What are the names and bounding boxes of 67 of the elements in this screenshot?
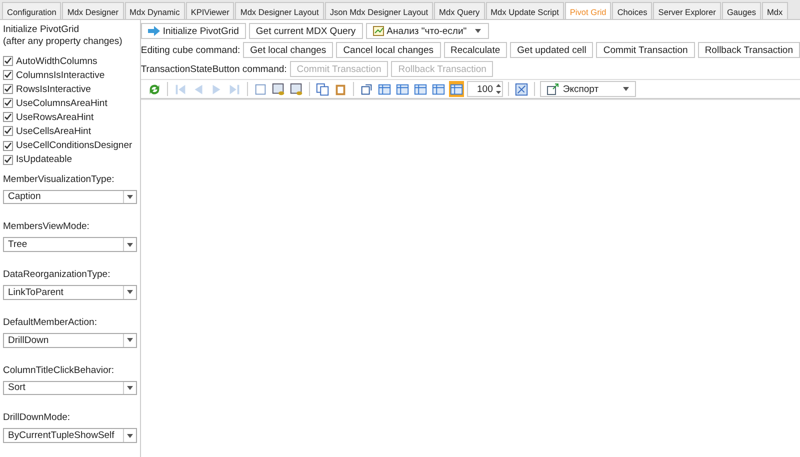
copy-icon[interactable] bbox=[314, 81, 330, 97]
tab[interactable]: Mdx bbox=[762, 2, 788, 19]
row-label: TransactionStateButton command: bbox=[140, 64, 287, 74]
command-button[interactable]: Commit Transaction bbox=[596, 42, 695, 58]
tab[interactable]: Json Mdx Designer Layout bbox=[324, 2, 434, 19]
checkbox[interactable] bbox=[3, 126, 13, 136]
checkbox-label: RowsIsInteractive bbox=[16, 84, 91, 95]
dropdown[interactable]: LinkToParent bbox=[3, 285, 137, 300]
checkbox[interactable] bbox=[3, 140, 13, 150]
tab[interactable]: Mdx Designer Layout bbox=[235, 2, 324, 19]
tab[interactable]: KPIViewer bbox=[186, 2, 234, 19]
checkbox-label: IsUpdateable bbox=[16, 154, 72, 166]
caret-icon bbox=[126, 290, 133, 294]
command-button[interactable]: Get local changes bbox=[243, 42, 334, 58]
command-button[interactable]: Get updated cell bbox=[510, 42, 594, 58]
checkbox-label: AutoWidthColumns bbox=[16, 56, 98, 67]
caret-icon bbox=[622, 87, 629, 91]
spin-arrows-icon bbox=[494, 83, 502, 95]
checkbox-label: UseRowsAreaHint bbox=[16, 112, 94, 123]
checkbox[interactable] bbox=[3, 56, 13, 66]
query-button[interactable]: Get current MDX Query bbox=[248, 23, 363, 39]
dropdown[interactable]: Caption bbox=[3, 190, 137, 204]
checkbox-label: UseCellsAreaHint bbox=[16, 126, 91, 137]
dropdown[interactable]: DrillDown bbox=[3, 332, 137, 348]
checkbox-label: UseColumnsAreaHint bbox=[16, 98, 108, 109]
field-label: DataReorganizationType: bbox=[3, 268, 112, 282]
field-label: ColumnTitleClickBehavior: bbox=[3, 364, 116, 378]
dropdown[interactable]: Sort bbox=[3, 380, 137, 396]
checkbox[interactable] bbox=[3, 154, 13, 165]
field-label: DefaultMemberAction: bbox=[3, 316, 98, 330]
dropdown[interactable]: Tree bbox=[3, 237, 137, 252]
caret-icon bbox=[126, 242, 133, 247]
dropdown[interactable]: ByCurrentTupleShowSelf bbox=[3, 428, 137, 443]
caret-icon bbox=[126, 194, 133, 199]
checkbox[interactable] bbox=[3, 112, 13, 122]
what-if-button[interactable]: Анализ "что-если" bbox=[366, 23, 489, 39]
checkbox[interactable] bbox=[3, 98, 13, 108]
tab[interactable]: Server Explorer bbox=[653, 2, 721, 19]
checkbox[interactable] bbox=[3, 70, 13, 80]
field-label: DrillDownMode: bbox=[3, 411, 72, 426]
initialize-button[interactable]: Initialize PivotGrid bbox=[140, 23, 246, 39]
chart-icon bbox=[372, 26, 384, 36]
export-icon bbox=[546, 83, 560, 95]
table-icon[interactable] bbox=[448, 81, 464, 97]
caret-icon bbox=[126, 338, 133, 342]
arrow-icon bbox=[148, 26, 160, 36]
tab[interactable]: Gauges bbox=[722, 2, 761, 19]
tab[interactable]: Configuration bbox=[2, 2, 62, 19]
field-label: MembersViewMode: bbox=[3, 220, 90, 234]
tab[interactable]: Mdx Dynamic bbox=[124, 2, 185, 19]
tab[interactable]: Mdx Designer bbox=[62, 2, 124, 19]
caret-icon bbox=[126, 386, 133, 390]
zoom-spinner[interactable]: 100 bbox=[466, 81, 503, 97]
export-button[interactable]: Экспорт bbox=[540, 81, 636, 97]
tab[interactable]: Mdx Update Script bbox=[486, 2, 564, 19]
tab[interactable]: Mdx Query bbox=[434, 2, 485, 19]
command-button[interactable]: Cancel local changes bbox=[336, 42, 440, 58]
caret-icon bbox=[126, 434, 133, 438]
panel-title: Initialize PivotGrid (after any property changes) bbox=[3, 24, 124, 48]
checkbox[interactable] bbox=[3, 84, 13, 94]
checkbox-label: UseCellConditionsDesigner bbox=[16, 140, 132, 151]
command-button[interactable]: Recalculate bbox=[444, 42, 508, 58]
command-button[interactable]: Rollback Transaction bbox=[698, 42, 800, 58]
field-label: MemberVisualizationType: bbox=[3, 172, 116, 187]
tab[interactable]: Choices bbox=[612, 2, 652, 19]
checkbox-label: ColumnsIsInteractive bbox=[16, 70, 105, 81]
row-label: Editing cube command: bbox=[140, 44, 240, 56]
